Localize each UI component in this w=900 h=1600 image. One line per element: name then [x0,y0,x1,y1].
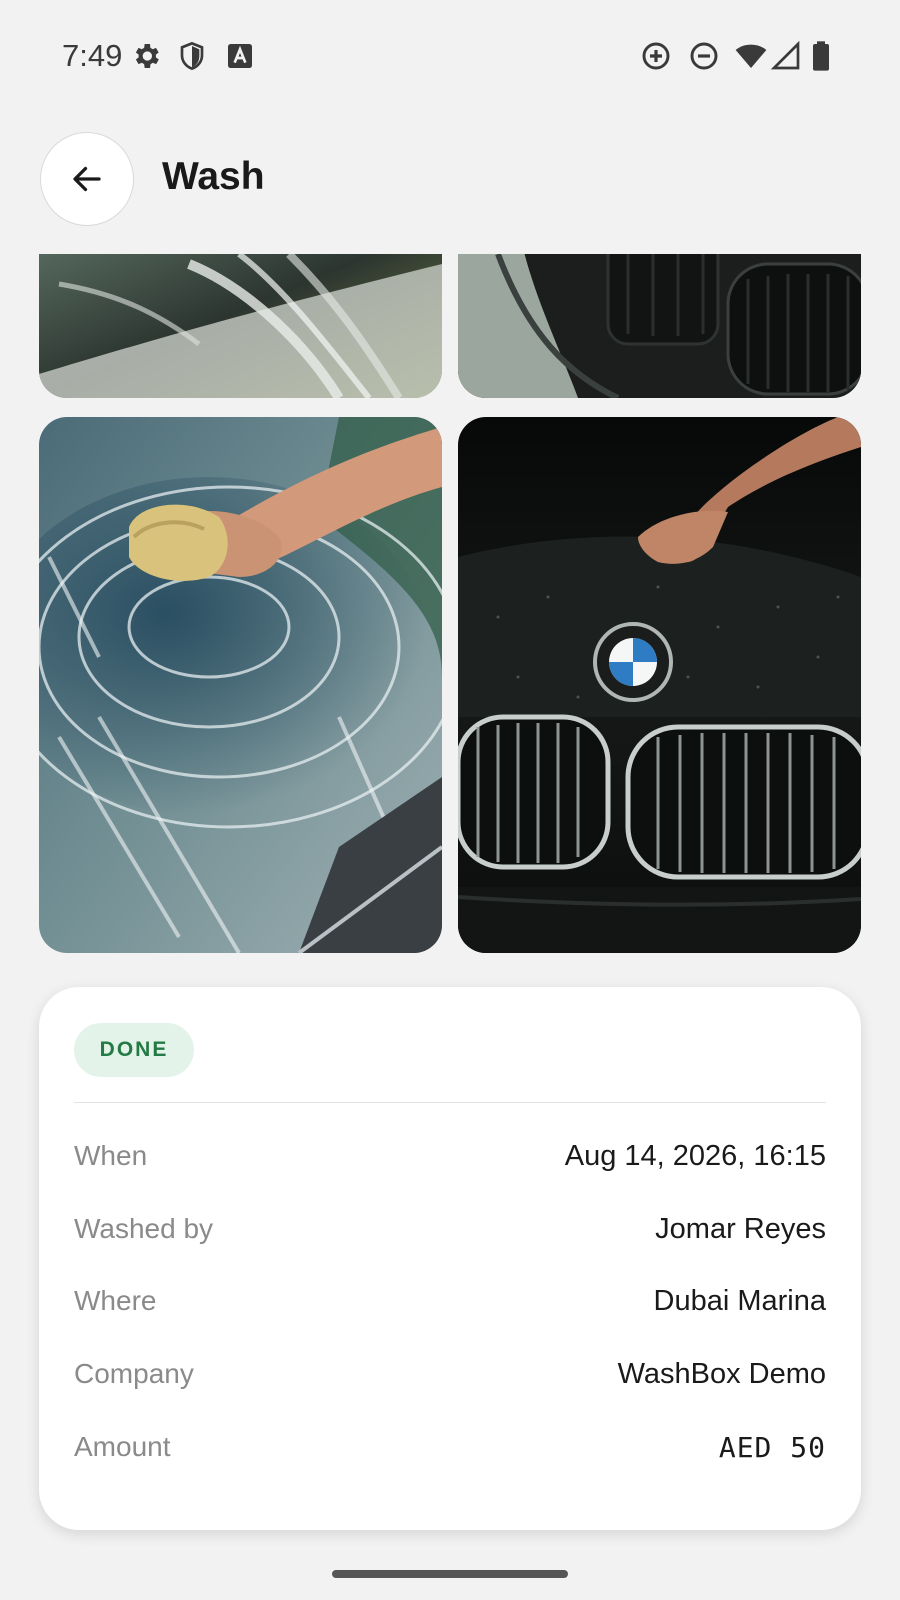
shield-icon [180,41,204,71]
do-not-disturb-icon [690,42,718,70]
photo-grid [0,254,900,954]
detail-label: Company [74,1358,194,1389]
detail-row-amount: Amount AED 50 [74,1427,826,1467]
wash-details-card: DONE When Aug 14, 2026, 16:15 Washed by … [39,987,861,1530]
detail-value: WashBox Demo [617,1357,826,1390]
photo-black-car-front[interactable] [458,254,861,398]
divider [74,1102,826,1103]
detail-value: Dubai Marina [653,1284,826,1317]
detail-value: Jomar Reyes [655,1212,826,1245]
signal-icon [770,40,800,70]
detail-label: When [74,1140,148,1171]
detail-value: AED 50 [718,1430,826,1464]
back-button[interactable] [40,132,134,226]
home-indicator[interactable] [332,1570,568,1578]
detail-value: Aug 14, 2026, 16:15 [564,1139,826,1172]
photo-bmw-grille[interactable] [458,417,861,953]
detail-row-washed-by: Washed by Jomar Reyes [74,1209,826,1249]
page-title: Wash [162,155,265,198]
wifi-icon [735,44,767,68]
detail-label: Washed by [74,1213,214,1244]
data-saver-icon [642,42,670,70]
settings-icon [135,44,159,68]
arrow-left-icon [73,166,101,192]
detail-label: Amount [74,1431,171,1462]
photo-soapy-door[interactable] [39,254,442,398]
status-bar: 7:49 [0,0,900,112]
status-time: 7:49 [62,38,123,73]
photo-sponge-windshield[interactable] [39,417,442,953]
detail-row-company: Company WashBox Demo [74,1354,826,1394]
status-badge: DONE [74,1023,194,1077]
detail-row-when: When Aug 14, 2026, 16:15 [74,1136,826,1176]
detail-label: Where [74,1285,157,1316]
detail-row-where: Where Dubai Marina [74,1281,826,1321]
text-a-icon [228,44,252,68]
battery-icon [813,41,829,71]
